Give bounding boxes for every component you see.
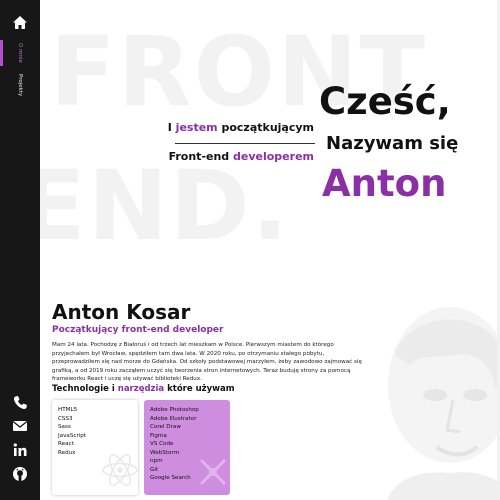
hero-greeting: Cześć, — [319, 80, 451, 123]
tech-section-title: Technologie i narzędzia które używam — [52, 384, 235, 394]
portrait-illustration — [387, 307, 500, 500]
mail-link[interactable] — [10, 416, 30, 436]
tech-item: Sass — [58, 424, 71, 430]
nav-item-o-mnie[interactable]: O mnie — [0, 40, 40, 66]
tech-item: JavaScript — [58, 432, 87, 439]
technologies-card: HTML5 CSS3 Sass JavaScript React Redux — [52, 400, 138, 495]
hero-line-2-accent: developerem — [233, 150, 314, 163]
about-role: Początkujący front-end developer — [52, 325, 224, 335]
tools-card: Adobe Photoshop Adobe Illustrator Corel … — [144, 400, 230, 495]
tool-item: Adobe Photoshop — [150, 407, 199, 413]
tech-title-accent: narzędzia — [117, 384, 165, 394]
home-button[interactable] — [10, 13, 30, 33]
github-icon — [13, 467, 27, 481]
mail-icon — [12, 420, 28, 431]
hero-line-1-post: początkującym — [217, 121, 314, 134]
about-name: Anton Kosar — [52, 300, 191, 324]
hero-line-2: Front-end developerem — [169, 150, 314, 163]
about-bio: Mam 24 lata. Pochodzę z Białoruś i od tr… — [52, 342, 362, 382]
nav-item-projekty[interactable]: Projekty — [0, 72, 40, 100]
tool-item: Corel Draw — [150, 424, 181, 430]
hero-divider — [175, 143, 315, 144]
linkedin-link[interactable] — [10, 440, 30, 460]
technologies-list: HTML5 CSS3 Sass JavaScript React Redux — [52, 400, 138, 457]
tech-title-pre: Technologie i — [52, 384, 118, 394]
react-logo-icon — [102, 454, 138, 486]
tool-item: Figma — [150, 432, 167, 439]
nav-label-projekty: Projekty — [17, 74, 23, 97]
main-content: FRONT END. I jestem początkującym Front-… — [40, 0, 500, 500]
active-indicator — [0, 40, 3, 66]
tool-item: Adobe Illustrator — [150, 415, 197, 422]
tech-title-post: które używam — [164, 384, 235, 394]
phone-link[interactable] — [10, 393, 30, 413]
github-link[interactable] — [10, 464, 30, 484]
hero-first-name: Anton — [322, 162, 447, 205]
tool-item: VS Code — [150, 441, 174, 447]
background-word-end: END. — [40, 150, 291, 262]
hero-line-1-pre: I — [167, 121, 176, 134]
hero-line-1-accent: jestem — [175, 121, 218, 134]
tech-item: CSS3 — [58, 415, 73, 422]
hero-intro: Nazywam się — [326, 133, 459, 154]
phone-icon — [13, 396, 27, 410]
tools-decoration-icon — [200, 459, 226, 485]
tech-item: React — [58, 441, 74, 447]
home-icon — [13, 16, 27, 29]
linkedin-icon — [13, 443, 27, 456]
hero-line-1: I jestem początkującym — [168, 121, 314, 134]
hero-line-2-pre: Front-end — [168, 150, 234, 163]
sidebar: O mnie Projekty — [0, 0, 40, 500]
tech-item: HTML5 — [58, 407, 78, 413]
nav-label-o-mnie: O mnie — [17, 43, 23, 63]
